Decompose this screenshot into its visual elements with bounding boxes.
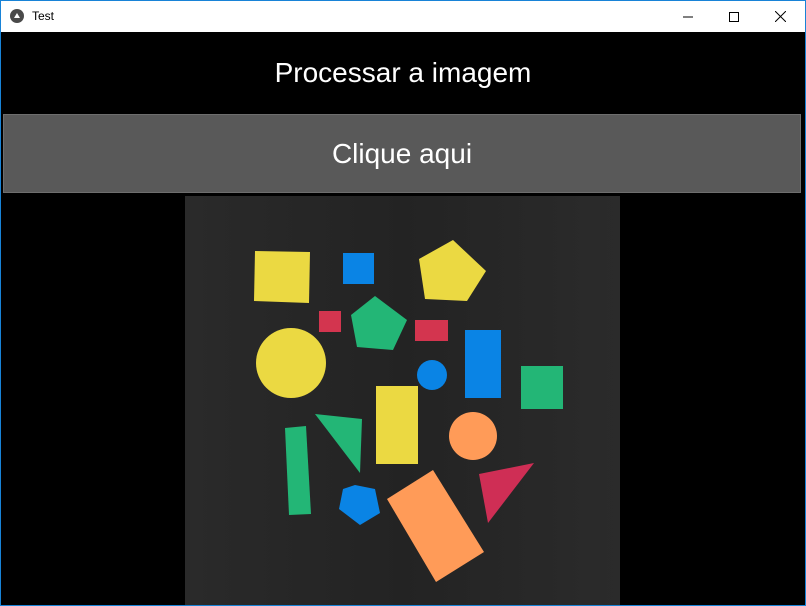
header-label: Processar a imagem <box>1 32 805 114</box>
red-rectangle <box>415 320 448 341</box>
yellow-circle <box>256 328 326 398</box>
maximize-icon <box>729 11 739 22</box>
close-icon <box>774 11 786 22</box>
yellow-square <box>254 251 310 303</box>
blue-circle <box>417 360 447 390</box>
blue-square <box>343 253 374 284</box>
title-bar[interactable]: Test <box>1 1 805 32</box>
window-title: Test <box>32 9 55 23</box>
click-here-button[interactable]: Clique aqui <box>3 114 801 193</box>
kivy-logo-icon <box>10 9 24 23</box>
yellow-rectangle <box>376 386 418 464</box>
green-square <box>521 366 563 409</box>
red-square <box>319 311 341 332</box>
close-button[interactable] <box>757 1 803 32</box>
blue-rectangle <box>465 330 501 398</box>
image-display-area <box>1 194 805 605</box>
minimize-icon <box>683 12 693 22</box>
colored-shapes-photo <box>185 196 620 605</box>
app-window: Test Processar a imagem Clique aqui <box>0 0 806 606</box>
maximize-button[interactable] <box>711 1 757 32</box>
orange-circle <box>449 412 497 460</box>
minimize-button[interactable] <box>665 1 711 32</box>
shapes-canvas <box>185 196 620 605</box>
